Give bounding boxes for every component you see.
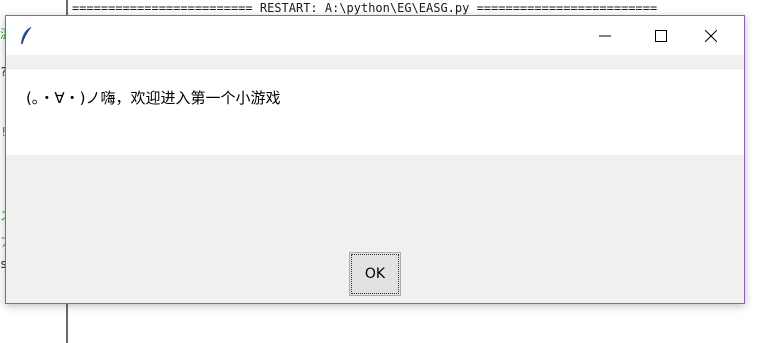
maximize-icon: [655, 29, 667, 42]
ok-button-label: OK: [351, 254, 399, 294]
dialog-message: (｡・∀・)ノ嗨，欢迎进入第一个小游戏: [26, 89, 281, 107]
feather-icon: [21, 26, 32, 45]
message-dialog: (｡・∀・)ノ嗨，欢迎进入第一个小游戏 OK: [5, 15, 745, 304]
minimize-button[interactable]: [582, 16, 628, 55]
dialog-titlebar[interactable]: [6, 16, 744, 55]
close-button[interactable]: [688, 16, 734, 55]
maximize-button[interactable]: [638, 16, 684, 55]
close-icon: [705, 29, 717, 42]
ok-button[interactable]: OK: [349, 252, 401, 296]
shell-restart-line: ========================= RESTART: A:\py…: [72, 1, 658, 15]
message-area: (｡・∀・)ノ嗨，欢迎进入第一个小游戏: [6, 68, 744, 155]
minimize-icon: [599, 35, 611, 36]
